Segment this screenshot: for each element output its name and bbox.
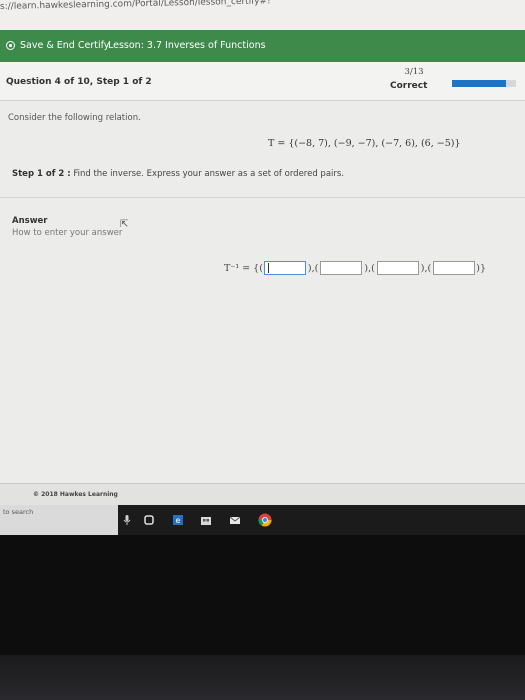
save-end-certify-button[interactable]: Save & End Certify — [6, 40, 109, 51]
store-icon[interactable] — [200, 514, 212, 526]
chrome-icon[interactable] — [258, 513, 272, 527]
step-label: Step 1 of 2 : — [12, 169, 71, 179]
inverse-suffix: )} — [476, 262, 486, 274]
correct-status: Correct — [390, 81, 428, 91]
page-footer: © 2018 Hawkes Learning — [0, 483, 525, 506]
taskbar: to search e — [0, 505, 525, 535]
progress-bar — [452, 80, 516, 87]
question-prompt: Consider the following relation. — [8, 113, 141, 123]
pair-2-input[interactable] — [320, 261, 363, 275]
edge-browser-icon[interactable]: e — [172, 514, 184, 526]
lesson-title: Lesson: 3.7 Inverses of Functions — [108, 40, 266, 51]
microphone-icon[interactable] — [121, 514, 133, 526]
mail-icon[interactable] — [229, 514, 241, 526]
url-text: s://learn.hawkeslearning.com/Portal/Less… — [0, 0, 271, 12]
taskbar-search-text: to search — [3, 508, 34, 516]
pair-separator: ),( — [420, 262, 432, 274]
progress-bar-fill — [452, 80, 507, 87]
pair-separator: ),( — [307, 262, 319, 274]
record-icon — [6, 41, 15, 50]
pair-3-input[interactable] — [376, 261, 419, 275]
question-content: Consider the following relation. T = {(−… — [0, 101, 525, 483]
svg-text:e: e — [176, 516, 181, 525]
monitor-bezel — [0, 535, 525, 700]
save-end-certify-label: Save & End Certify — [20, 40, 110, 51]
mouse-cursor-icon: ⇱ — [120, 219, 129, 230]
divider — [0, 197, 525, 198]
relation-equation: T = {(−8, 7), (−9, −7), (−7, 6), (6, −5)… — [268, 138, 461, 149]
address-bar[interactable]: s://learn.hawkeslearning.com/Portal/Less… — [0, 0, 525, 31]
inverse-answer-row: T⁻¹ = {( ),( ),( ),( )} — [224, 261, 486, 275]
answer-label: Answer — [12, 216, 48, 226]
top-nav-bar: Save & End Certify Lesson: 3.7 Inverses … — [0, 30, 525, 62]
taskbar-search-box[interactable]: to search — [0, 505, 118, 535]
pair-1-input[interactable] — [263, 261, 306, 275]
question-title: Question 4 of 10, Step 1 of 2 — [6, 77, 152, 87]
pair-separator: ),( — [364, 262, 375, 274]
copyright-text: © 2018 Hawkes Learning — [33, 491, 118, 498]
inverse-prefix: T⁻¹ = {( — [224, 262, 263, 274]
task-view-icon[interactable] — [143, 514, 155, 526]
step-instruction: Step 1 of 2 : Find the inverse. Express … — [12, 169, 344, 179]
how-to-enter-link[interactable]: How to enter your answer — [12, 228, 122, 238]
step-text: Find the inverse. Express your answer as… — [73, 169, 345, 179]
question-header: Question 4 of 10, Step 1 of 2 3/13 Corre… — [0, 62, 525, 101]
score-fraction: 3/13 — [404, 67, 424, 77]
pair-4-input[interactable] — [433, 261, 476, 275]
keyboard-edge — [0, 655, 525, 700]
